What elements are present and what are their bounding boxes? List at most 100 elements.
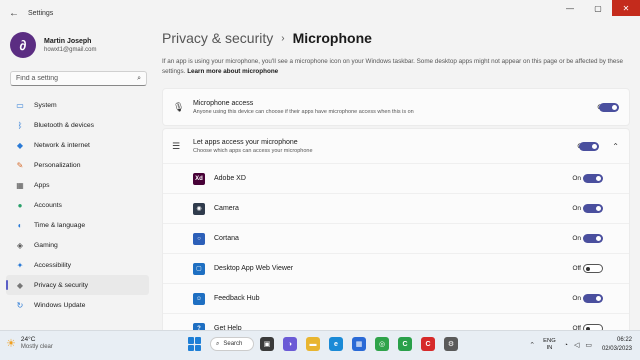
breadcrumb-parent[interactable]: Privacy & security <box>162 30 273 46</box>
window-title: Settings <box>28 9 54 17</box>
taskbar-task-view-icon[interactable]: ▣ <box>260 337 274 351</box>
app-list: Xd Adobe XD On ◉ Camera On ○ Cortana On ▢ Desktop … <box>163 163 629 330</box>
chevron-right-icon: › <box>281 32 285 44</box>
app-name: Cortana <box>214 235 239 242</box>
feedback-hub-app-icon: ☺ <box>193 292 205 305</box>
taskbar-search[interactable]: ⌕ Search <box>210 337 254 351</box>
sidebar-item-bluetooth-devices[interactable]: ᛒ Bluetooth & devices <box>6 115 149 135</box>
list-icon: ☰ <box>172 140 181 151</box>
cortana-app-icon: ○ <box>193 232 205 245</box>
microphone-access-subtitle: Anyone using this device can choose if t… <box>193 108 414 115</box>
microphone-access-title: Microphone access <box>193 99 254 107</box>
sidebar-item-privacy-security[interactable]: ◆ Privacy & security <box>6 275 149 295</box>
taskbar-chat-icon[interactable]: ◑ <box>283 337 297 351</box>
sidebar-item-label: Privacy & security <box>34 281 89 289</box>
app-row: ▢ Desktop App Web Viewer Off <box>163 253 629 283</box>
taskbar-recorder-icon[interactable]: C <box>421 337 435 351</box>
app-microphone-toggle[interactable] <box>583 174 603 183</box>
sidebar-item-label: Time & language <box>34 221 86 229</box>
apps-access-row[interactable]: ☰ Let apps access your microphone Choose… <box>163 129 629 163</box>
sidebar-item-label: Accessibility <box>34 261 72 269</box>
camera-app-icon: ◉ <box>193 202 205 215</box>
taskbar-file-explorer-icon[interactable]: ▬ <box>306 337 320 351</box>
language-indicator[interactable]: ENG IN <box>543 338 556 352</box>
user-profile[interactable]: ∂ Martin Joseph howxt1@gmail.com <box>0 26 155 64</box>
user-email: howxt1@gmail.com <box>44 46 97 53</box>
weather-widget[interactable]: ☀ 24°C Mostly clear <box>6 336 53 350</box>
sidebar-item-personalization[interactable]: ✎ Personalization <box>6 155 149 175</box>
start-button[interactable] <box>188 337 202 351</box>
sidebar-item-windows-update[interactable]: ↻ Windows Update <box>6 295 149 315</box>
taskbar: ☀ 24°C Mostly clear ⌕ Search ▣ ◑ ▬ e ▦ ◎ C C ⚙ ⌃… <box>0 330 640 360</box>
app-state: On <box>572 295 581 302</box>
chevron-up-icon[interactable]: ⌃ <box>612 142 619 151</box>
window-controls: — ▢ ✕ <box>556 0 640 16</box>
sidebar-item-apps[interactable]: ▦ Apps <box>6 175 149 195</box>
breadcrumb: Privacy & security › Microphone <box>162 26 630 50</box>
microphone-access-toggle[interactable] <box>599 102 619 112</box>
apps-icon: ▦ <box>16 180 24 190</box>
person-icon: ● <box>17 200 23 210</box>
chevron-up-icon[interactable]: ⌃ <box>529 341 535 349</box>
search-icon[interactable]: ⌕ <box>137 75 141 83</box>
volume-icon[interactable]: ◁ <box>574 341 579 349</box>
settings-search-box[interactable]: ⌕ <box>10 71 147 86</box>
clock[interactable]: 06:22 02/03/2023 <box>602 336 632 354</box>
app-name: Desktop App Web Viewer <box>214 265 294 272</box>
sidebar-nav: ▭ System ᛒ Bluetooth & devices ◆ Network & in… <box>0 95 155 315</box>
sidebar-item-label: Apps <box>34 181 50 189</box>
gamepad-icon: ◈ <box>16 240 24 250</box>
main-content: Privacy & security › Microphone If an ap… <box>162 26 630 330</box>
taskbar-chrome-icon[interactable]: ◎ <box>375 337 389 351</box>
sidebar-item-accounts[interactable]: ● Accounts <box>6 195 149 215</box>
maximize-button[interactable]: ▢ <box>584 0 612 16</box>
minimize-button[interactable]: — <box>556 0 584 16</box>
sidebar-item-gaming[interactable]: ◈ Gaming <box>6 235 149 255</box>
app-row: ☺ Feedback Hub On <box>163 283 629 313</box>
app-row: ○ Cortana On <box>163 223 629 253</box>
apps-access-card: ☰ Let apps access your microphone Choose… <box>162 128 630 330</box>
sidebar-item-accessibility[interactable]: ✦ Accessibility <box>6 255 149 275</box>
app-row: ? Get Help Off <box>163 313 629 330</box>
apps-access-toggle[interactable] <box>579 141 599 151</box>
sidebar-item-label: Bluetooth & devices <box>34 121 95 129</box>
weather-icon: ☀ <box>6 337 16 350</box>
search-icon: ⌕ <box>216 340 220 347</box>
app-name: Adobe XD <box>214 175 246 182</box>
app-state: On <box>572 205 581 212</box>
taskbar-camtasia-icon[interactable]: C <box>398 337 412 351</box>
search-input[interactable] <box>16 75 138 82</box>
get-help-app-icon: ? <box>193 322 205 330</box>
battery-icon[interactable]: ▭ <box>585 341 592 349</box>
sidebar: ∂ Martin Joseph howxt1@gmail.com ⌕ ▭ Syst… <box>0 26 155 330</box>
app-microphone-toggle[interactable] <box>583 204 603 213</box>
taskbar-edge-icon[interactable]: e <box>329 337 343 351</box>
accessibility-icon: ✦ <box>16 260 24 270</box>
microphone-access-card: 🎙 Microphone access Anyone using this de… <box>162 88 630 126</box>
sidebar-item-label: Personalization <box>34 161 81 169</box>
page-description: If an app is using your microphone, you'… <box>162 58 624 75</box>
bluetooth-icon: ᛒ <box>17 120 23 130</box>
user-name: Martin Joseph <box>44 37 92 45</box>
system-tray: ⌃ ENG IN ◔ ◁ ▭ 06:22 02/03/2023 <box>529 336 632 354</box>
taskbar-settings-icon[interactable]: ⚙ <box>444 337 458 351</box>
page-title: Microphone <box>292 30 372 46</box>
learn-more-link[interactable]: Learn more about microphone <box>187 68 278 75</box>
sidebar-item-network-internet[interactable]: ◆ Network & internet <box>6 135 149 155</box>
globe-icon: ◐ <box>17 220 23 230</box>
sidebar-item-system[interactable]: ▭ System <box>6 95 149 115</box>
app-microphone-toggle[interactable] <box>583 234 603 243</box>
app-microphone-toggle[interactable] <box>583 294 603 303</box>
sidebar-item-label: Network & internet <box>34 141 90 149</box>
wifi-icon[interactable]: ◔ <box>564 342 568 349</box>
sidebar-item-time-language[interactable]: ◐ Time & language <box>6 215 149 235</box>
sidebar-item-label: Gaming <box>34 241 58 249</box>
app-microphone-toggle[interactable] <box>583 264 603 273</box>
sidebar-item-label: System <box>34 101 57 109</box>
taskbar-apps: ⌕ Search ▣ ◑ ▬ e ▦ ◎ C C ⚙ <box>188 337 467 351</box>
weather-temp: 24°C <box>20 336 36 343</box>
back-arrow-icon[interactable]: ← <box>4 8 24 19</box>
close-button[interactable]: ✕ <box>612 0 640 16</box>
taskbar-store-icon[interactable]: ▦ <box>352 337 366 351</box>
microphone-icon: 🎙 <box>173 101 185 112</box>
